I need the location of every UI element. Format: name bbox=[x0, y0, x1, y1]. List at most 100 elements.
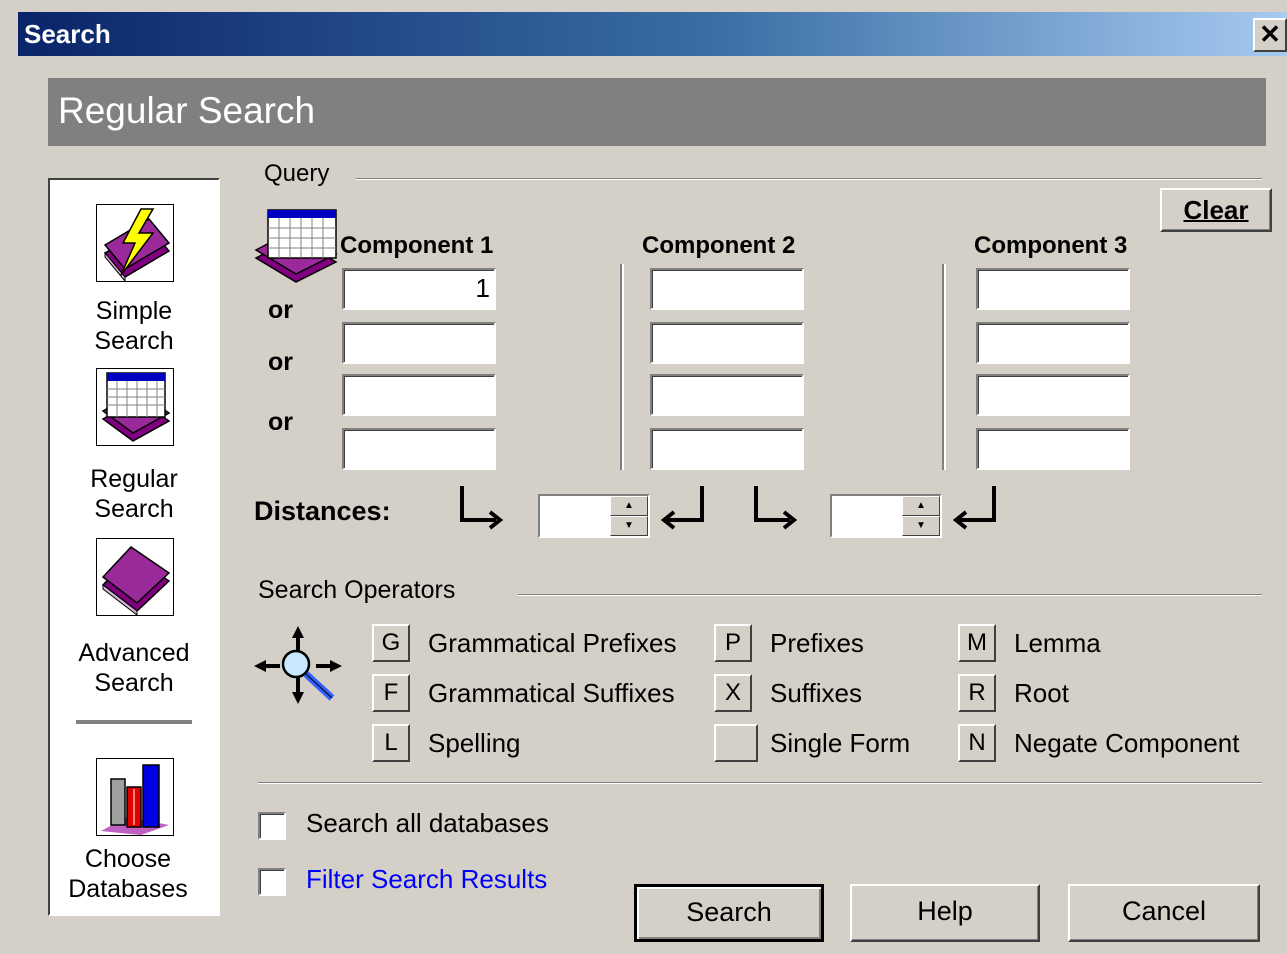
nav-item-label: Advanced Search bbox=[78, 639, 190, 697]
cancel-button[interactable]: Cancel bbox=[1068, 884, 1260, 942]
component-1-input-1[interactable]: 1 bbox=[342, 268, 496, 310]
lightning-book-icon bbox=[96, 204, 174, 283]
nav-item-regular-search[interactable]: Regular Search bbox=[50, 368, 218, 528]
close-button[interactable]: ✕ bbox=[1253, 18, 1287, 52]
distance-1-spinner[interactable]: ▲ ▼ bbox=[538, 494, 650, 538]
arrow-return-left-icon bbox=[952, 484, 1000, 530]
operator-key: G bbox=[372, 624, 410, 662]
grid-book-icon bbox=[254, 208, 340, 284]
operator-key: F bbox=[372, 674, 410, 712]
component-divider bbox=[620, 264, 624, 470]
help-button-label: Help bbox=[917, 896, 973, 926]
spin-up-button[interactable]: ▲ bbox=[610, 496, 648, 516]
spin-down-button[interactable]: ▼ bbox=[610, 516, 648, 536]
spinner-buttons: ▲ ▼ bbox=[902, 496, 940, 536]
component-3-heading: Component 3 bbox=[974, 232, 1128, 259]
nav-separator bbox=[76, 720, 192, 724]
window-title: Search bbox=[24, 19, 111, 49]
page-title: Regular Search bbox=[58, 90, 316, 131]
query-section-label: Query bbox=[264, 160, 330, 187]
component-divider bbox=[942, 264, 946, 470]
component-1-input-3[interactable] bbox=[342, 374, 496, 416]
filter-search-results-link[interactable]: Filter Search Results bbox=[306, 864, 547, 895]
operator-label: Grammatical Suffixes bbox=[428, 678, 675, 708]
spin-down-button[interactable]: ▼ bbox=[902, 516, 940, 536]
component-2-input-2[interactable] bbox=[650, 322, 804, 364]
operator-key: X bbox=[714, 674, 752, 712]
component-2-input-3[interactable] bbox=[650, 374, 804, 416]
arrow-down-right-icon bbox=[456, 484, 504, 530]
operator-label: Prefixes bbox=[770, 628, 864, 658]
operator-label: Single Form bbox=[770, 728, 911, 758]
bookshelf-icon bbox=[96, 758, 174, 836]
operator-grammatical-prefixes[interactable]: G Grammatical Prefixes bbox=[372, 624, 702, 666]
operator-key: N bbox=[958, 724, 996, 762]
operator-label: Root bbox=[1014, 678, 1069, 708]
clear-button-label: Clear bbox=[1183, 195, 1249, 225]
options-section-rule bbox=[258, 782, 1262, 784]
component-3-input-2[interactable] bbox=[976, 322, 1130, 364]
component-1-heading: Component 1 bbox=[340, 232, 494, 259]
close-icon: ✕ bbox=[1259, 19, 1281, 49]
component-1-input-4[interactable] bbox=[342, 428, 496, 470]
filter-search-results-option[interactable]: Filter Search Results bbox=[258, 864, 598, 900]
operator-key: R bbox=[958, 674, 996, 712]
page-banner: Regular Search bbox=[48, 78, 1266, 146]
operator-key: L bbox=[372, 724, 410, 762]
operator-suffixes[interactable]: X Suffixes bbox=[714, 674, 934, 716]
component-3-input-4[interactable] bbox=[976, 428, 1130, 470]
component-3-input-3[interactable] bbox=[976, 374, 1130, 416]
component-1-input-2[interactable] bbox=[342, 322, 496, 364]
magnifier-move-icon bbox=[254, 626, 344, 706]
operator-spelling[interactable]: L Spelling bbox=[372, 724, 702, 766]
nav-item-label: Choose Databases bbox=[68, 845, 188, 903]
operator-key: M bbox=[958, 624, 996, 662]
operator-lemma[interactable]: M Lemma bbox=[958, 624, 1268, 666]
nav-item-simple-search[interactable]: Simple Search bbox=[50, 204, 218, 364]
operators-section-rule bbox=[518, 594, 1262, 596]
grid-book-icon bbox=[96, 368, 174, 446]
arrow-down-right-icon bbox=[750, 484, 798, 530]
or-label: or bbox=[268, 348, 293, 376]
search-button-label: Search bbox=[686, 897, 772, 927]
filter-search-results-checkbox[interactable] bbox=[258, 868, 286, 896]
cancel-button-label: Cancel bbox=[1121, 896, 1207, 926]
nav-item-label: Regular Search bbox=[90, 465, 178, 523]
component-2-input-1[interactable] bbox=[650, 268, 804, 310]
component-3-input-1[interactable] bbox=[976, 268, 1130, 310]
search-all-databases-checkbox[interactable] bbox=[258, 812, 286, 840]
operator-negate-component[interactable]: N Negate Component bbox=[958, 724, 1278, 766]
book-icon bbox=[96, 538, 174, 617]
operator-prefixes[interactable]: P Prefixes bbox=[714, 624, 934, 666]
operator-label: Grammatical Prefixes bbox=[428, 628, 677, 658]
operator-root[interactable]: R Root bbox=[958, 674, 1268, 716]
spin-up-button[interactable]: ▲ bbox=[902, 496, 940, 516]
operator-label: Spelling bbox=[428, 728, 521, 758]
query-section-rule bbox=[356, 178, 1262, 180]
nav-item-label: Simple Search bbox=[94, 297, 174, 355]
nav-item-advanced-search[interactable]: Advanced Search bbox=[50, 538, 218, 708]
component-2-heading: Component 2 bbox=[642, 232, 796, 259]
operator-key: P bbox=[714, 624, 752, 662]
or-label: or bbox=[268, 296, 293, 324]
search-all-databases-label: Search all databases bbox=[306, 808, 549, 838]
search-all-databases-option[interactable]: Search all databases bbox=[258, 808, 598, 844]
help-button[interactable]: Help bbox=[850, 884, 1040, 942]
clear-button[interactable]: Clear bbox=[1160, 188, 1272, 232]
distances-label: Distances: bbox=[254, 496, 391, 526]
operator-key bbox=[714, 724, 758, 762]
spinner-buttons: ▲ ▼ bbox=[610, 496, 648, 536]
operator-label: Negate Component bbox=[1014, 728, 1240, 758]
distance-2-spinner[interactable]: ▲ ▼ bbox=[830, 494, 942, 538]
component-2-input-4[interactable] bbox=[650, 428, 804, 470]
title-bar: Search ✕ bbox=[18, 12, 1287, 56]
nav-item-choose-databases[interactable]: Choose Databases bbox=[50, 758, 218, 908]
or-label: or bbox=[268, 408, 293, 436]
search-button[interactable]: Search bbox=[634, 884, 824, 942]
operator-label: Suffixes bbox=[770, 678, 863, 708]
operator-single-form[interactable]: Single Form bbox=[714, 724, 934, 766]
search-mode-panel: Simple Search Regular Search Advanced Se… bbox=[48, 178, 220, 916]
operator-label: Lemma bbox=[1014, 628, 1101, 658]
operator-grammatical-suffixes[interactable]: F Grammatical Suffixes bbox=[372, 674, 702, 716]
arrow-return-left-icon bbox=[660, 484, 708, 530]
